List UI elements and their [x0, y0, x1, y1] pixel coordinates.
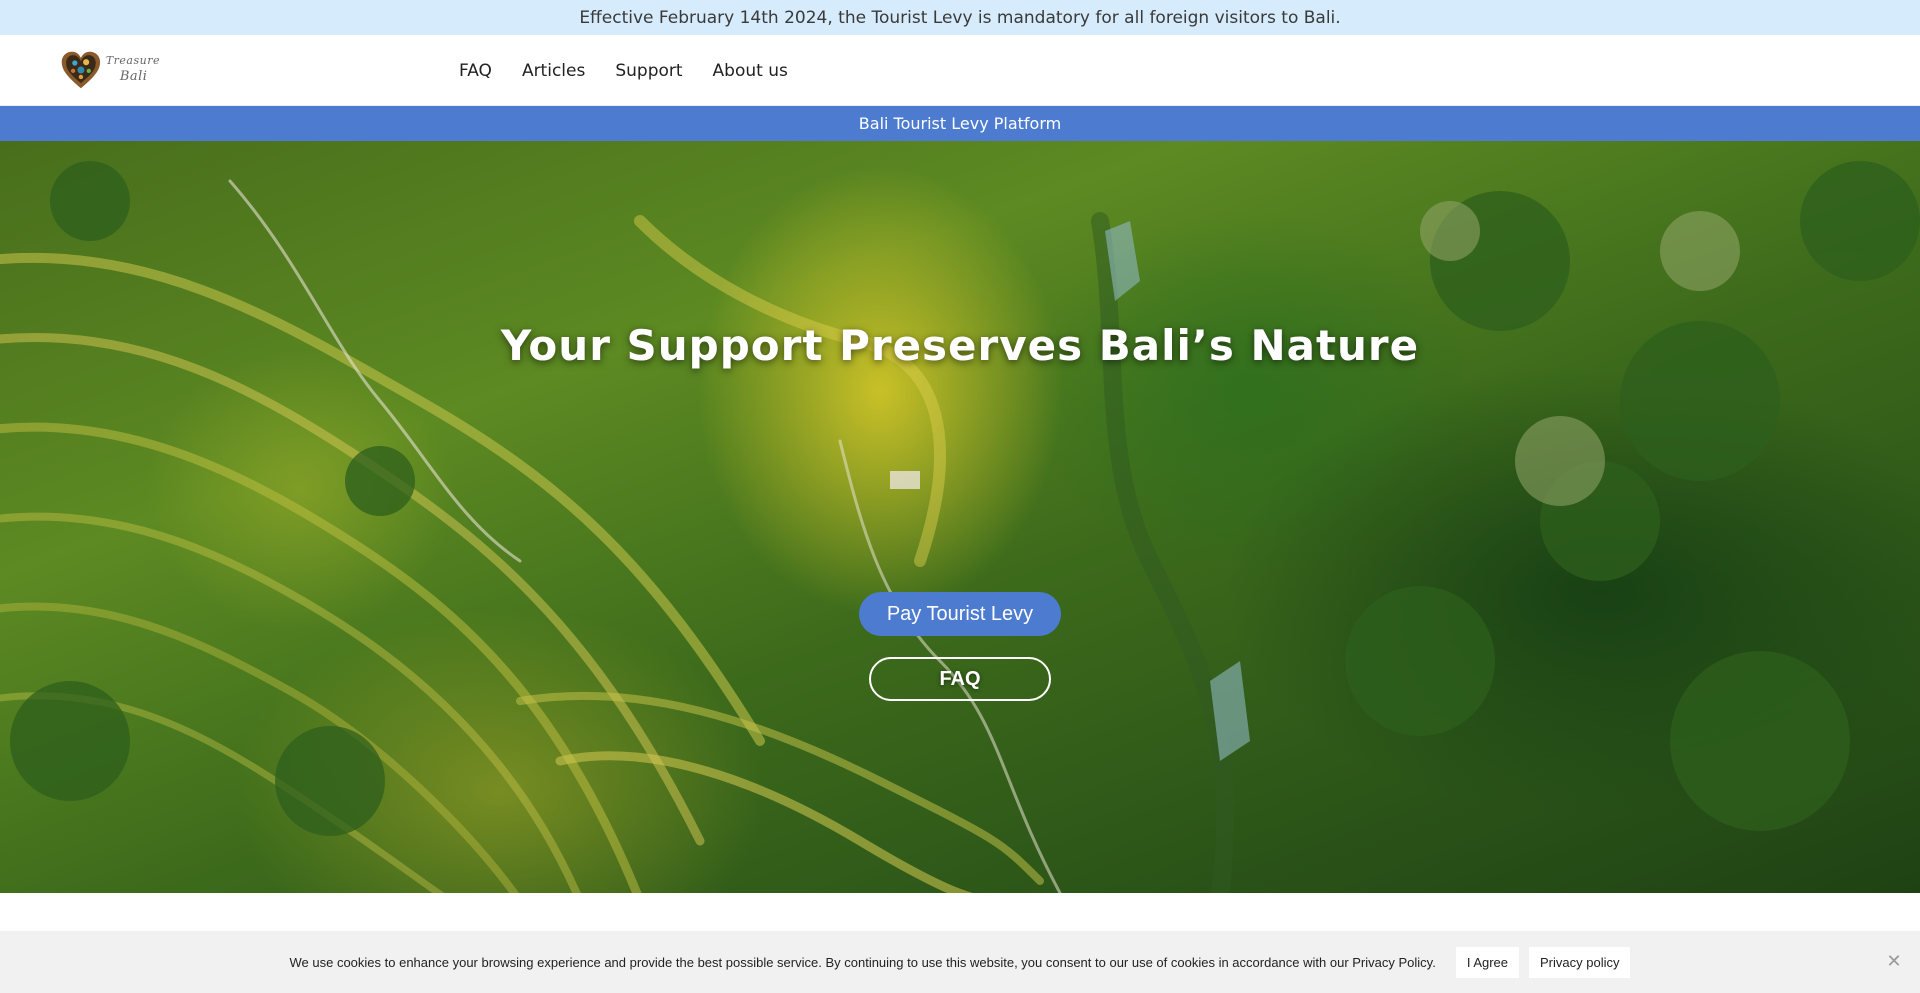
announcement-bar: Effective February 14th 2024, the Touris…: [0, 0, 1920, 35]
heart-logo-icon: [61, 51, 101, 89]
privacy-policy-button[interactable]: Privacy policy: [1529, 946, 1631, 978]
nav-about-us[interactable]: About us: [713, 61, 788, 81]
platform-bar-text: Bali Tourist Levy Platform: [858, 114, 1062, 133]
logo-line-1: Treasure: [105, 54, 160, 68]
announcement-text: Effective February 14th 2024, the Touris…: [579, 7, 1341, 28]
logo-wordmark: Treasure Bali: [106, 54, 160, 85]
hero-section: Your Support Preserves Bali’s Nature Pay…: [0, 141, 1920, 893]
site-logo[interactable]: Treasure Bali: [60, 45, 160, 95]
main-nav: FAQ Articles Support About us: [459, 35, 818, 106]
logo-line-2: Bali: [119, 68, 148, 84]
rice-terrace-background: [0, 161, 1920, 893]
nav-faq[interactable]: FAQ: [459, 61, 492, 81]
pay-tourist-levy-button[interactable]: Pay Tourist Levy: [859, 592, 1061, 636]
nav-support[interactable]: Support: [615, 61, 682, 81]
hero-title: Your Support Preserves Bali’s Nature: [500, 321, 1420, 370]
cookie-text: We use cookies to enhance your browsing …: [289, 954, 1436, 970]
close-icon[interactable]: ✕: [1886, 952, 1902, 970]
platform-bar: Bali Tourist Levy Platform: [0, 106, 1920, 141]
cookie-agree-button[interactable]: I Agree: [1455, 946, 1520, 978]
site-header: Treasure Bali FAQ Articles Support About…: [0, 35, 1920, 106]
faq-button[interactable]: FAQ: [869, 657, 1051, 701]
cookie-banner: We use cookies to enhance your browsing …: [0, 931, 1920, 993]
nav-articles[interactable]: Articles: [522, 61, 585, 81]
